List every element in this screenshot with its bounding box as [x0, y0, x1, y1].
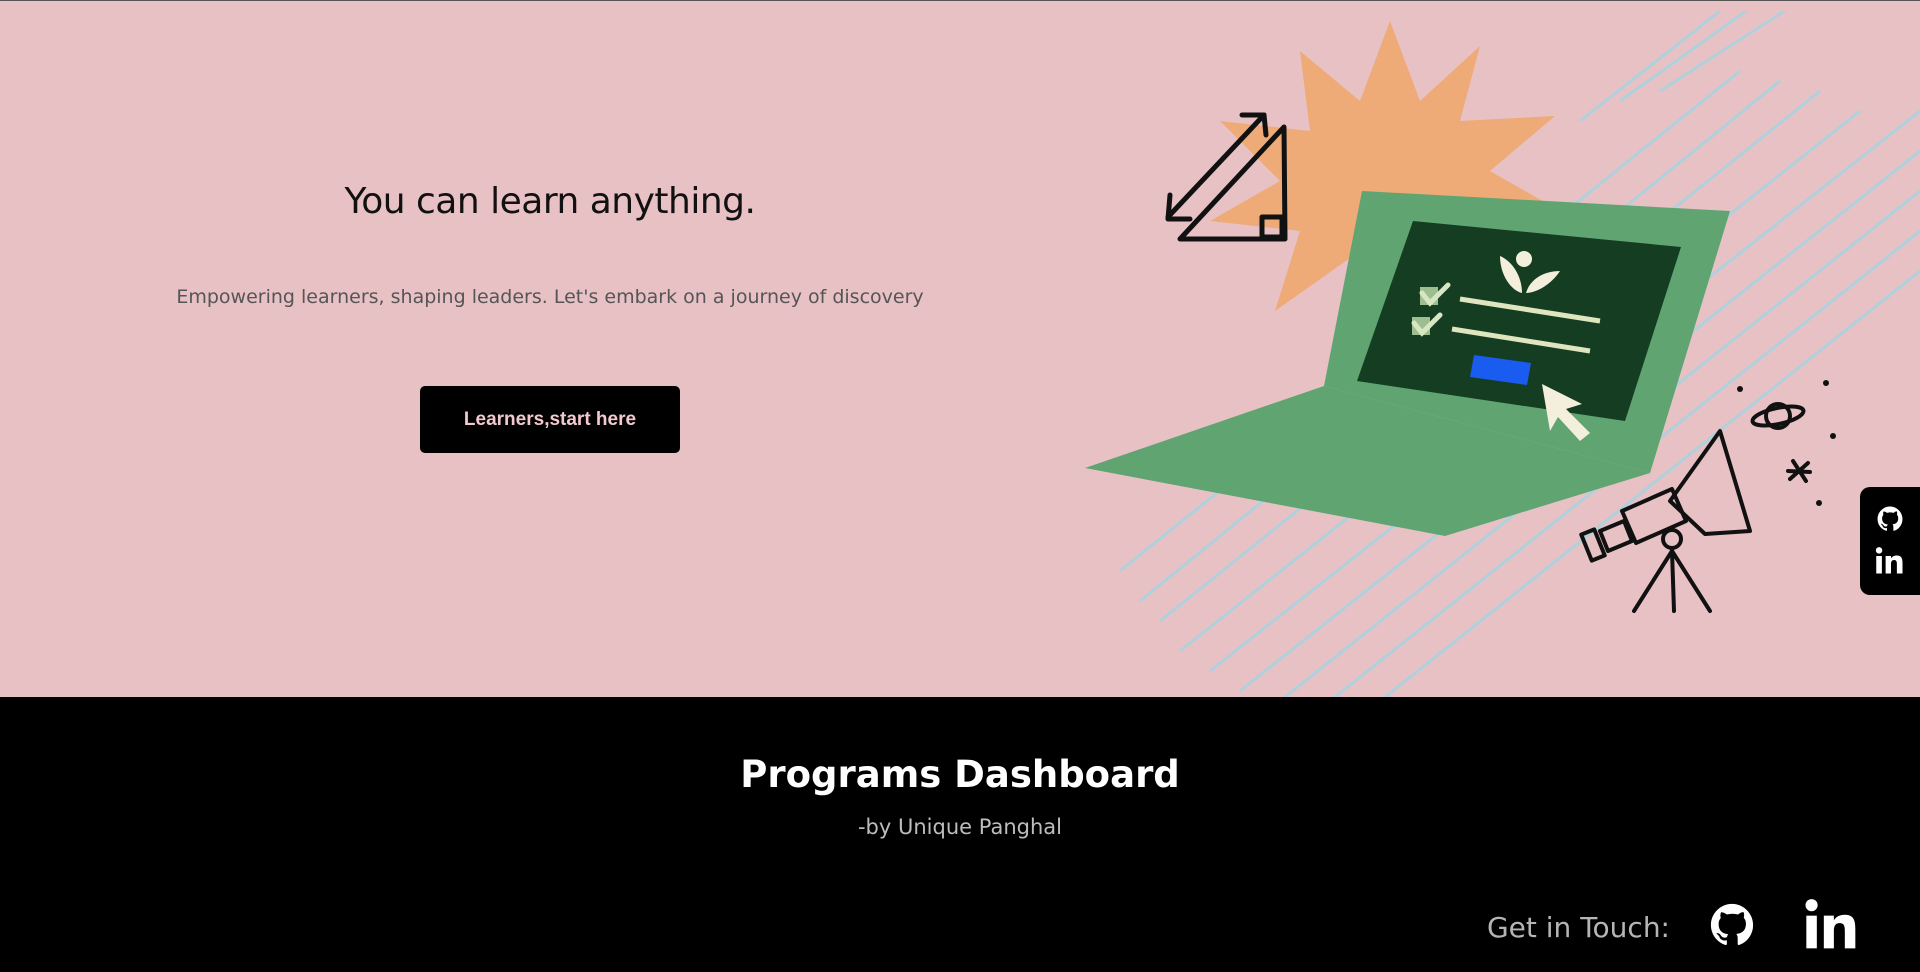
linkedin-side-link[interactable] — [1875, 546, 1905, 576]
planet-icon — [1750, 402, 1806, 430]
hero-title: You can learn anything. — [344, 181, 756, 222]
footer: Programs Dashboard -by Unique Panghal Ge… — [0, 697, 1920, 972]
github-side-link[interactable] — [1877, 506, 1903, 532]
get-in-touch-label: Get in Touch: — [1486, 910, 1670, 944]
get-in-touch: Get in Touch: — [1487, 897, 1860, 957]
social-side-tab — [1860, 487, 1920, 595]
linkedin-icon — [1875, 547, 1903, 574]
star-dots — [1737, 380, 1836, 506]
sparkle-icon — [1786, 459, 1812, 483]
github-icon — [1877, 506, 1903, 531]
hero-subtitle: Empowering learners, shaping leaders. Le… — [176, 286, 924, 308]
hero-content: You can learn anything. Empowering learn… — [130, 181, 970, 453]
footer-byline: -by Unique Panghal — [857, 815, 1062, 839]
hero-section: You can learn anything. Empowering learn… — [0, 0, 1920, 697]
laptop-illustration — [1085, 11, 1920, 697]
github-footer-link[interactable] — [1710, 903, 1754, 951]
github-icon — [1710, 903, 1754, 946]
linkedin-footer-link[interactable] — [1804, 897, 1860, 957]
linkedin-icon — [1805, 899, 1856, 949]
learners-start-button[interactable]: Learners,start here — [420, 386, 680, 453]
footer-title: Programs Dashboard — [740, 753, 1180, 796]
